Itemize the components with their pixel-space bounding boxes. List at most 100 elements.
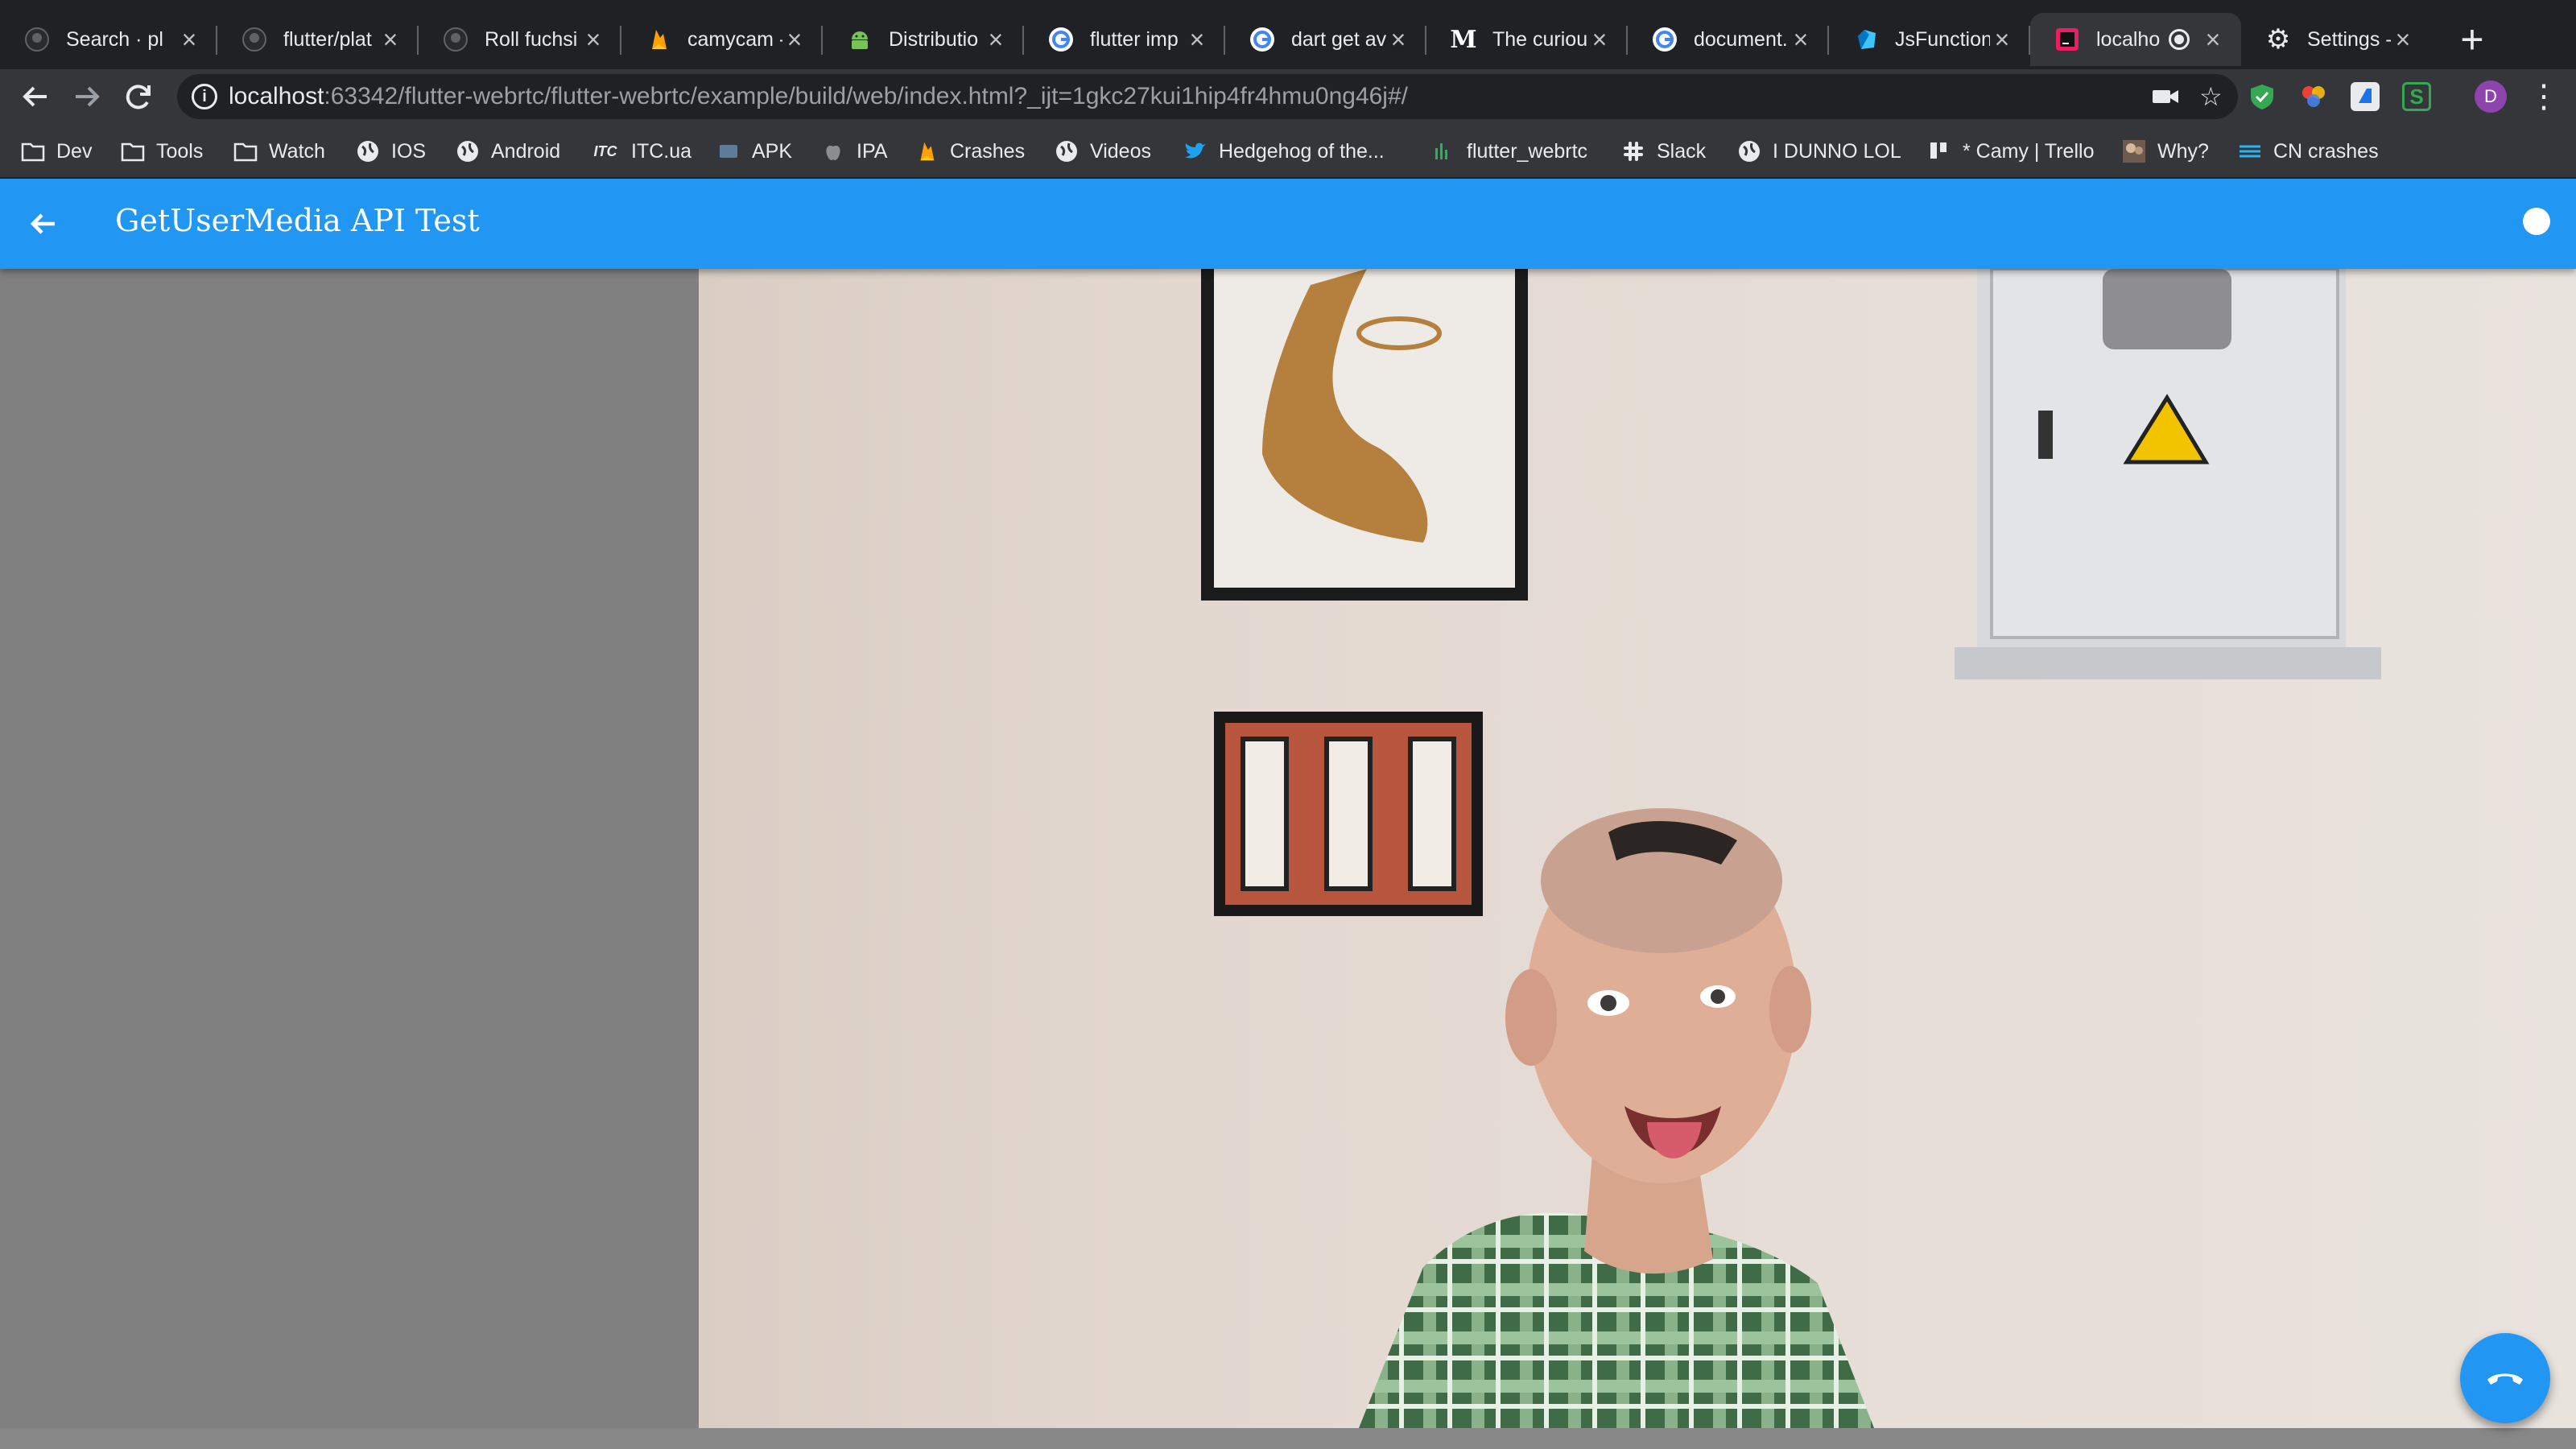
globe-icon [1055,139,1079,163]
tab-title: The curiou [1492,27,1587,51]
arrow-left-icon [23,86,47,107]
local-video-view [699,269,2576,1428]
tab-title: camycam - [687,27,782,51]
bookmark-videos[interactable]: Videos [1055,135,1151,167]
itc-icon: ITC [593,142,617,159]
tab-document[interactable]: document. × [1628,13,1829,66]
bookmark-cn-crashes[interactable]: CN crashes [2238,135,2379,167]
bookmark-android[interactable]: Android [456,135,560,167]
new-tab-button[interactable]: + [2452,19,2492,61]
close-icon[interactable]: × [1990,27,2014,52]
android-icon [847,27,873,52]
close-icon[interactable]: × [2201,27,2225,52]
photo-icon [2122,139,2146,163]
tab-roll-fuchsia[interactable]: Roll fuchsi × [419,13,621,66]
close-icon[interactable]: × [782,27,807,52]
tab-title: document. [1694,27,1788,51]
bookmark-camy-trello[interactable]: * Camy | Trello [1927,135,2094,167]
bookmark-slack[interactable]: Slack [1621,135,1706,167]
globe-icon [456,139,480,163]
medium-icon: M [1450,25,1477,54]
google-icon [1249,27,1275,52]
app-bar: GetUserMedia API Test [0,179,2576,269]
call-end-icon [2487,1373,2523,1385]
tab-search[interactable]: Search · pl × [0,13,217,66]
apple-icon [821,139,845,163]
info-icon[interactable]: i [192,84,217,109]
back-button[interactable] [14,76,56,118]
color-wheel-extension-icon[interactable] [2299,82,2328,111]
close-icon[interactable]: × [177,27,201,52]
tab-title: Roll fuchsi [485,27,578,51]
bookmark-i-dunno-lol[interactable]: I DUNNO LOL [1737,135,1901,167]
tab-localhost[interactable]: localho × [2030,13,2241,66]
address-bar[interactable]: i localhost:63342/flutter-webrtc/flutter… [177,74,2238,119]
tab-distribution[interactable]: Distributio × [823,13,1024,66]
arrow-back-icon[interactable] [24,204,63,243]
menu-icon[interactable]: ⋮ [2528,79,2560,114]
tab-jsfunction[interactable]: JsFunction × [1829,13,2030,66]
close-icon[interactable]: × [984,27,1008,52]
google-icon [1652,27,1678,52]
hang-up-button[interactable] [2460,1333,2550,1423]
tab-camycam[interactable]: camycam - × [621,13,823,66]
tab-title: JsFunction [1895,27,1990,51]
stack-icon [2238,139,2262,163]
bookmark-apk[interactable]: APK [716,135,792,167]
folder-icon [21,139,45,163]
address-url: localhost:63342/flutter-webrtc/flutter-w… [229,83,1408,109]
globe-icon [1737,139,1761,163]
bookmark-tools[interactable]: Tools [121,135,203,167]
bookmark-ipa[interactable]: IPA [821,135,887,167]
avatar[interactable]: D [2475,80,2507,113]
tab-title: Distributio [889,27,979,51]
extension-4-icon[interactable] [2351,82,2380,111]
tab-title: dart get av [1291,27,1386,51]
github-icon [24,27,50,52]
bookmark-flutter-webrtc[interactable]: flutter_webrtc [1431,135,1587,167]
activity-icon [1431,139,1455,163]
close-icon[interactable]: × [1587,27,1612,52]
globe-icon [356,139,380,163]
bookmark-crashes[interactable]: Crashes [914,135,1025,167]
s-extension-icon[interactable]: S [2402,82,2431,111]
arrow-right-icon [76,86,100,107]
switch-camera-button[interactable] [2523,208,2550,235]
apk-icon [716,139,741,163]
tab-settings[interactable]: ⚙ Settings - × [2241,13,2431,66]
close-icon[interactable]: × [1386,27,1410,52]
tab-dart-get[interactable]: dart get av × [1225,13,1426,66]
bookmark-ios[interactable]: IOS [356,135,426,167]
firebase-icon [914,139,939,163]
reload-icon [126,85,151,109]
shield-extension-icon[interactable] [2248,82,2277,111]
page-title: GetUserMedia API Test [115,203,480,238]
star-icon[interactable]: ☆ [2199,84,2223,109]
close-icon[interactable]: × [581,27,605,52]
tab-flutter-imp[interactable]: flutter imp × [1024,13,1225,66]
twitter-icon [1183,139,1208,163]
forward-button[interactable] [66,76,108,118]
google-icon [1048,27,1074,52]
close-icon[interactable]: × [378,27,402,52]
close-icon[interactable]: × [2391,27,2415,52]
tab-the-curious[interactable]: M The curiou × [1426,13,1628,66]
bookmark-watch[interactable]: Watch [233,135,325,167]
bookmark-itc[interactable]: ITC ITC.ua [591,135,692,167]
folder-icon [233,139,258,163]
browser-tab-strip: Search · pl × flutter/plat × Roll fuchsi… [0,0,2576,69]
close-icon[interactable]: × [1789,27,1813,52]
gear-icon: ⚙ [2265,24,2291,55]
bottom-band [0,1428,2576,1449]
tab-flutter-plat[interactable]: flutter/plat × [217,13,419,66]
close-icon[interactable]: × [1185,27,1209,52]
bookmark-hedgehog[interactable]: Hedgehog of the... [1183,135,1385,167]
github-icon [242,27,267,52]
bookmark-why[interactable]: Why? [2122,135,2209,167]
dart-icon [1853,27,1879,52]
folder-icon [121,139,145,163]
bookmarks-bar: Dev Tools Watch IOS Android ITC ITC.ua AP… [0,124,2576,179]
camera-icon[interactable] [2151,84,2180,109]
reload-button[interactable] [118,76,159,118]
bookmark-dev[interactable]: Dev [21,135,92,167]
